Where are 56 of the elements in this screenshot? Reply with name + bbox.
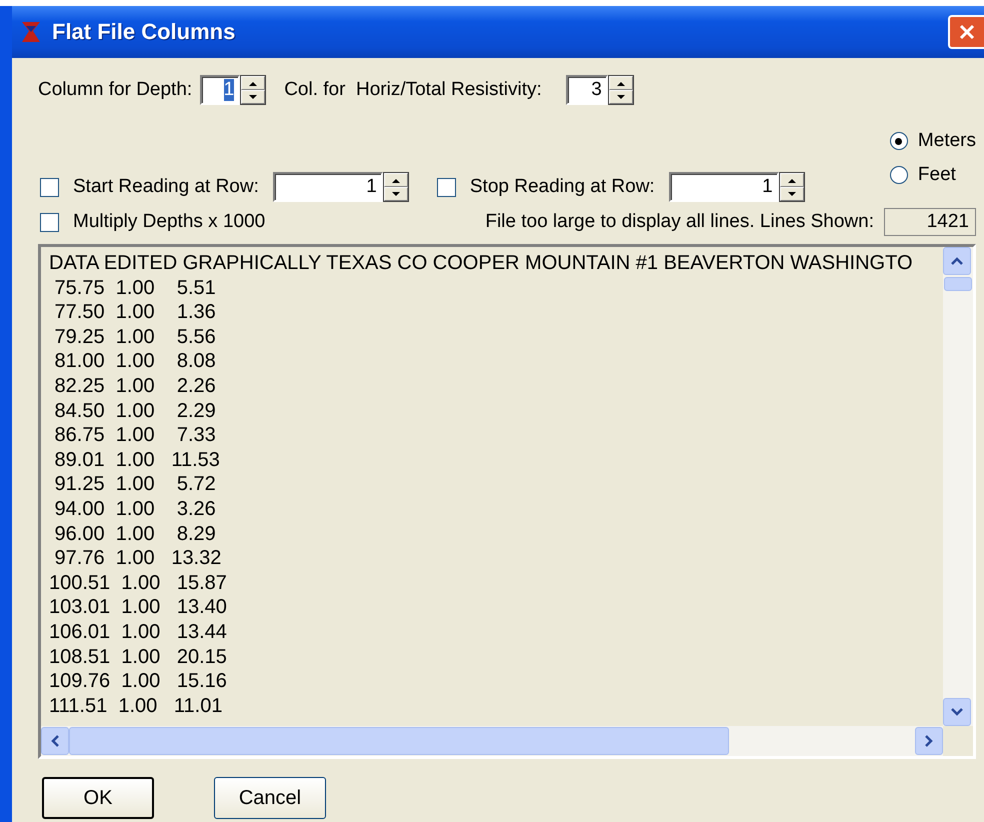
file-line: 86.75 1.00 7.33 <box>54 423 217 448</box>
resistivity-column-label: Col. for Horiz/Total Resistivity: <box>284 79 542 101</box>
scroll-left-icon[interactable] <box>41 727 69 755</box>
checkbox[interactable] <box>436 178 456 196</box>
close-button[interactable] <box>948 15 984 49</box>
scroll-thumb[interactable] <box>944 277 972 291</box>
file-line: 100.51 1.00 15.87 <box>49 570 228 596</box>
window-title: Flat File Columns <box>52 19 236 45</box>
scroll-right-icon[interactable] <box>915 727 943 755</box>
scroll-up-icon[interactable] <box>943 247 971 275</box>
vertical-scrollbar[interactable] <box>943 247 973 726</box>
multiply-depths-label: Multiply Depths x 1000 <box>73 211 266 233</box>
scroll-thumb[interactable] <box>69 727 729 755</box>
file-line: 109.76 1.00 15.16 <box>49 669 228 694</box>
file-line: 111.51 1.00 11.01 <box>49 694 224 718</box>
file-line: DATA EDITED GRAPHICALLY TEXAS CO COOPER MOUNTAIN #1 BEAVERTON WASHINGTO <box>49 251 914 276</box>
file-line: 96.00 1.00 8.29 <box>54 522 217 546</box>
file-line: 84.50 1.00 2.29 <box>54 398 217 424</box>
depth-column-label: Column for Depth: <box>38 79 192 101</box>
scroll-down-icon[interactable] <box>943 698 971 726</box>
file-line: 94.00 1.00 3.26 <box>54 496 217 522</box>
spinner-buttons-icon[interactable] <box>382 172 409 202</box>
close-icon <box>957 22 977 42</box>
start-row-label: Start Reading at Row: <box>73 176 259 198</box>
file-line: 89.01 1.00 11.53 <box>54 448 221 472</box>
file-line: 108.51 1.00 20.15 <box>49 644 228 670</box>
ok-button[interactable]: OK <box>42 777 154 819</box>
file-line: 82.25 1.00 2.26 <box>54 374 217 399</box>
file-line: 81.00 1.00 8.08 <box>54 349 217 374</box>
app-logo-icon <box>20 20 42 44</box>
depth-column-field[interactable]: 1 <box>200 75 240 105</box>
start-row-field[interactable]: 1 <box>272 172 383 202</box>
horizontal-scrollbar[interactable] <box>41 726 973 756</box>
lines-shown-field: 1421 <box>884 208 976 236</box>
cancel-button[interactable]: Cancel <box>214 777 326 819</box>
scrollbar-corner <box>943 726 973 756</box>
stop-row-field[interactable]: 1 <box>668 172 779 202</box>
spinner-buttons-icon[interactable] <box>608 75 634 105</box>
file-line: 106.01 1.00 13.44 <box>49 620 228 644</box>
file-line: 97.76 1.00 13.32 <box>54 546 222 571</box>
file-line: 103.01 1.00 13.40 <box>49 595 228 620</box>
checkbox[interactable] <box>40 212 59 232</box>
stop-row-label: Stop Reading at Row: <box>470 176 655 198</box>
lines-shown-label: File too large to display all lines. Lines Shown: <box>485 211 874 233</box>
spinner-buttons-icon[interactable] <box>240 75 266 105</box>
file-line: 75.75 1.00 5.51 <box>54 276 217 300</box>
radio-button[interactable] <box>890 166 908 184</box>
spinner-buttons-icon[interactable] <box>778 172 805 202</box>
file-line: 91.25 1.00 5.72 <box>54 472 217 497</box>
file-line: 77.50 1.00 1.36 <box>54 300 217 325</box>
unit-label: Meters <box>918 130 976 152</box>
unit-label: Feet <box>918 164 956 186</box>
file-line: 79.25 1.00 5.56 <box>54 324 217 350</box>
checkbox[interactable] <box>40 178 59 196</box>
resistivity-column-field[interactable]: 3 <box>566 75 608 105</box>
radio-button[interactable] <box>890 132 908 150</box>
